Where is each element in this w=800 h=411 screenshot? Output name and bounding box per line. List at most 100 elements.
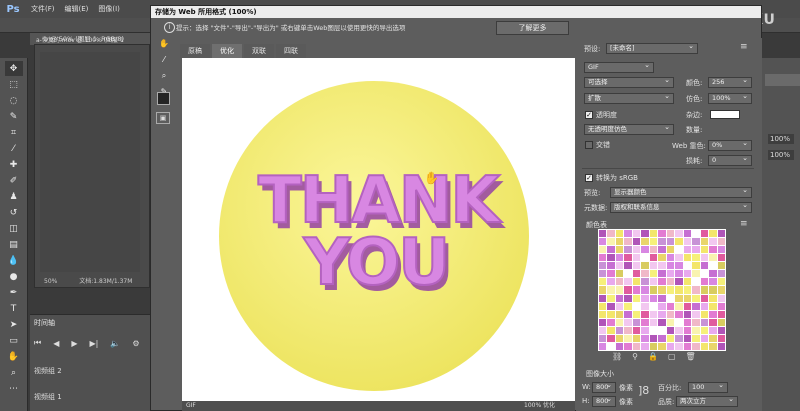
menu-edit[interactable]: 编辑(E)	[60, 4, 94, 14]
color-swatch[interactable]	[700, 262, 709, 270]
preview-zoom[interactable]: 100% 优化	[524, 401, 555, 411]
preset-select[interactable]: [未命名]	[606, 43, 698, 54]
color-swatch[interactable]	[641, 302, 649, 310]
new-color-icon[interactable]: ▢	[668, 352, 676, 362]
color-swatch[interactable]	[683, 262, 692, 270]
color-swatch[interactable]	[683, 334, 692, 342]
color-swatch[interactable]	[700, 318, 709, 326]
color-swatch[interactable]	[683, 294, 692, 302]
first-frame-icon[interactable]: ⏮	[34, 338, 41, 348]
color-swatch[interactable]	[709, 318, 717, 326]
color-swatch[interactable]	[649, 318, 658, 326]
history-brush-icon[interactable]: ↺	[5, 205, 23, 220]
color-swatch[interactable]	[632, 302, 641, 310]
color-swatch[interactable]	[717, 286, 725, 294]
color-swatch[interactable]	[649, 334, 658, 342]
color-swatch[interactable]	[599, 286, 607, 294]
color-swatch[interactable]	[599, 318, 607, 326]
color-swatch[interactable]	[607, 246, 615, 254]
color-swatch[interactable]	[675, 230, 683, 238]
tab-2-up[interactable]: 双联	[244, 44, 274, 58]
color-swatch[interactable]	[717, 342, 725, 350]
color-swatch[interactable]	[641, 230, 649, 238]
color-swatch[interactable]	[709, 286, 717, 294]
color-swatch[interactable]	[641, 270, 649, 278]
color-swatch[interactable]	[599, 246, 607, 254]
color-swatch[interactable]	[599, 310, 607, 318]
color-swatch[interactable]	[607, 302, 615, 310]
tab-original[interactable]: 原稿	[180, 44, 210, 58]
percent-input[interactable]: 100	[688, 382, 728, 393]
web-snap-select[interactable]: 0%	[708, 140, 752, 151]
color-swatch[interactable]	[675, 310, 683, 318]
color-swatch[interactable]	[666, 342, 675, 350]
transparency-checkbox[interactable]: ✓	[585, 111, 593, 119]
doc-tab-2[interactable]: a-恢复的.mov @ 100% (图层 1	[36, 35, 124, 44]
timeline-title[interactable]: 时间轴	[34, 318, 55, 328]
color-swatch[interactable]	[683, 342, 692, 350]
color-swatch[interactable]	[599, 254, 607, 262]
color-swatch[interactable]	[666, 326, 675, 334]
color-swatch[interactable]	[641, 318, 649, 326]
optimize-menu-icon[interactable]: ≡	[740, 42, 748, 52]
color-swatch[interactable]	[615, 238, 624, 246]
menu-image[interactable]: 图像(I)	[93, 4, 125, 14]
color-swatch[interactable]	[599, 230, 607, 238]
color-swatch[interactable]	[658, 238, 666, 246]
color-swatch[interactable]	[624, 334, 632, 342]
color-swatch[interactable]	[692, 286, 700, 294]
color-swatch[interactable]	[599, 238, 607, 246]
color-swatch[interactable]	[717, 254, 725, 262]
map-color-icon[interactable]: ⛓	[612, 352, 622, 362]
color-swatch[interactable]	[709, 238, 717, 246]
lock-color-icon[interactable]: 🔒	[648, 352, 658, 362]
color-swatch[interactable]	[607, 294, 615, 302]
color-swatch[interactable]	[615, 262, 624, 270]
lossy-select[interactable]: 0	[708, 155, 752, 166]
dither-algorithm-select[interactable]: 扩散	[584, 93, 674, 104]
color-swatch[interactable]	[717, 270, 725, 278]
color-swatch[interactable]	[700, 238, 709, 246]
format-select[interactable]: GIF	[584, 62, 654, 73]
lasso-tool-icon[interactable]: ◌	[5, 93, 23, 108]
color-swatch[interactable]	[709, 270, 717, 278]
color-swatch[interactable]	[666, 318, 675, 326]
next-frame-icon[interactable]: ▶|	[90, 339, 99, 348]
color-swatch[interactable]	[607, 310, 615, 318]
color-swatch[interactable]	[607, 270, 615, 278]
move-tool-icon[interactable]: ✥	[4, 61, 23, 76]
menu-file[interactable]: 文件(F)	[26, 4, 60, 14]
color-swatch[interactable]	[675, 254, 683, 262]
color-swatch[interactable]	[632, 278, 641, 286]
document-canvas[interactable]	[40, 52, 140, 272]
eyedropper-color-swatch[interactable]	[157, 92, 170, 105]
color-swatch[interactable]	[658, 246, 666, 254]
color-swatch[interactable]	[700, 270, 709, 278]
color-swatch[interactable]	[717, 294, 725, 302]
color-swatch[interactable]	[717, 310, 725, 318]
color-swatch[interactable]	[632, 326, 641, 334]
color-swatch[interactable]	[700, 254, 709, 262]
color-swatch[interactable]	[615, 254, 624, 262]
color-swatch[interactable]	[675, 238, 683, 246]
opacity-value[interactable]: 100%	[768, 134, 794, 144]
color-swatch[interactable]	[692, 310, 700, 318]
color-swatch[interactable]	[615, 334, 624, 342]
quick-select-icon[interactable]: ✎	[5, 109, 23, 124]
color-swatch[interactable]	[683, 270, 692, 278]
color-swatch[interactable]	[624, 238, 632, 246]
quality-select[interactable]: 两次立方	[676, 396, 738, 407]
color-swatch[interactable]	[709, 254, 717, 262]
prev-frame-icon[interactable]: ◀	[53, 339, 59, 348]
color-swatch[interactable]	[632, 246, 641, 254]
color-swatch[interactable]	[624, 286, 632, 294]
color-swatch[interactable]	[649, 294, 658, 302]
color-swatch[interactable]	[624, 326, 632, 334]
interlaced-checkbox[interactable]	[585, 141, 593, 149]
color-swatch[interactable]	[717, 302, 725, 310]
color-swatch[interactable]	[599, 270, 607, 278]
color-swatch[interactable]	[675, 334, 683, 342]
color-swatch[interactable]	[641, 310, 649, 318]
color-swatch[interactable]	[649, 230, 658, 238]
color-swatch[interactable]	[607, 334, 615, 342]
